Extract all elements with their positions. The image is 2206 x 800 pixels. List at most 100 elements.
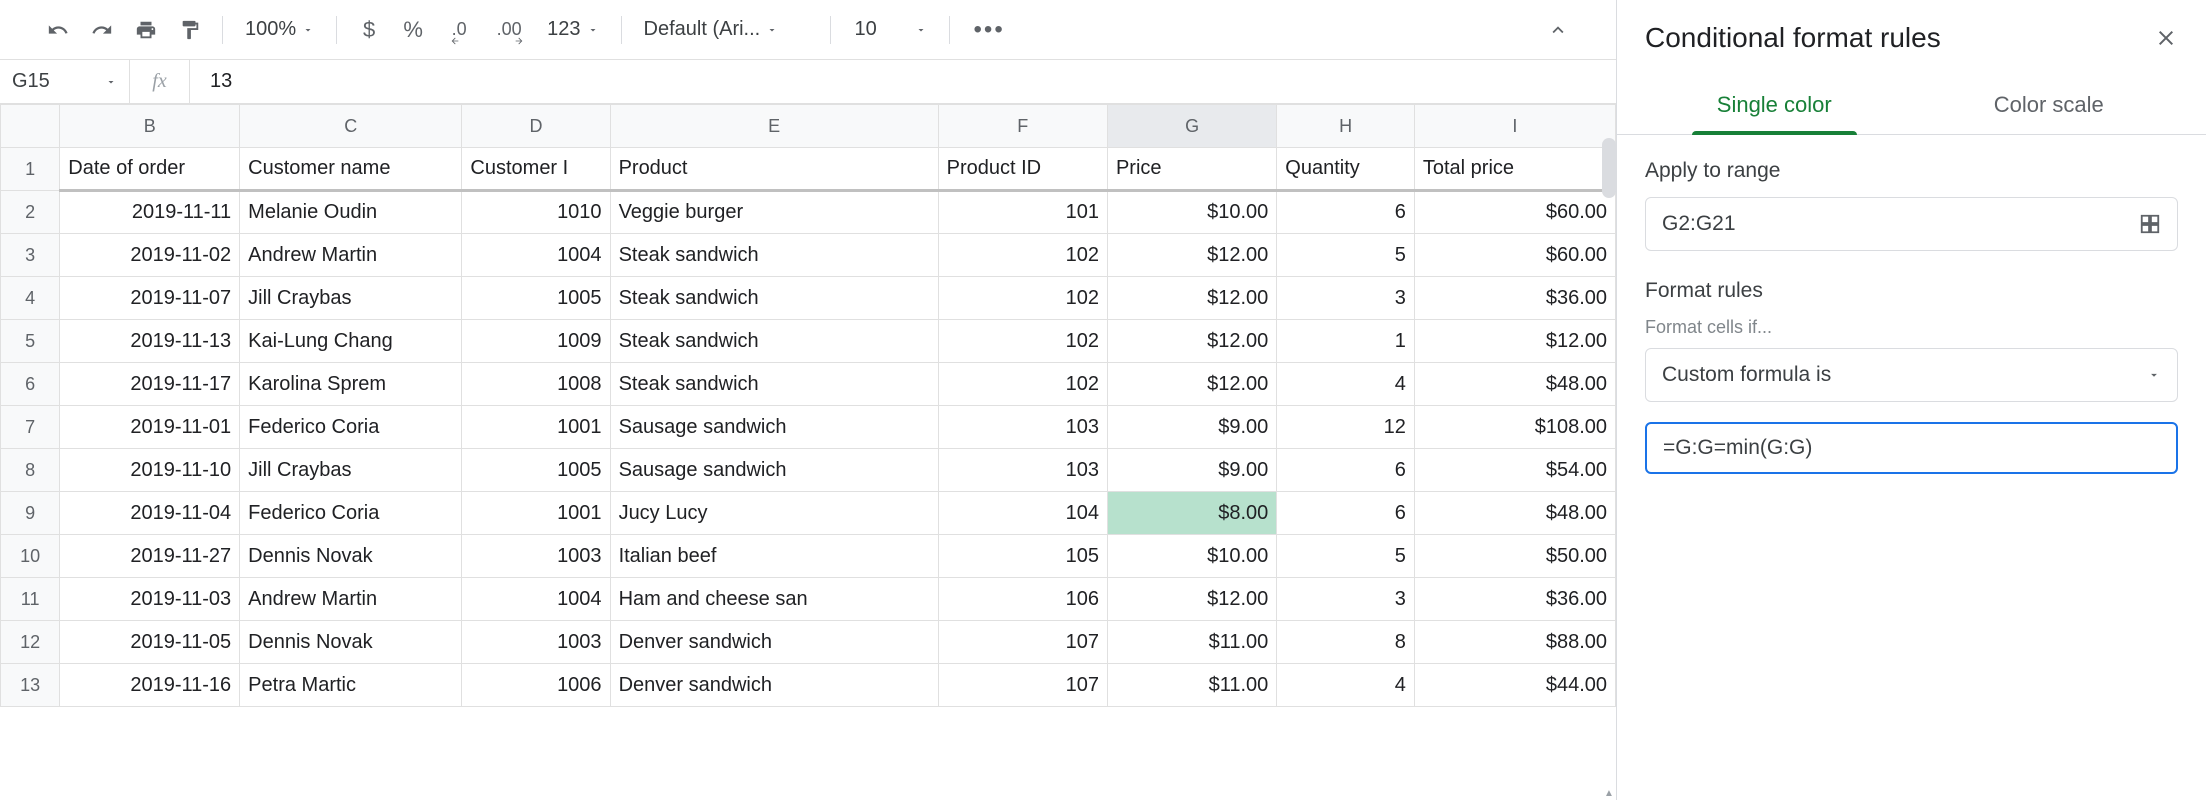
cell[interactable]: $108.00 xyxy=(1414,406,1615,449)
select-range-icon[interactable] xyxy=(2139,213,2161,235)
cell[interactable]: Quantity xyxy=(1277,148,1415,191)
cell[interactable]: 3 xyxy=(1277,277,1415,320)
column-header[interactable]: B xyxy=(60,105,240,148)
cell[interactable]: 104 xyxy=(938,492,1107,535)
currency-button[interactable]: $ xyxy=(351,12,387,48)
tab-single-color[interactable]: Single color xyxy=(1637,76,1912,134)
column-header[interactable]: I xyxy=(1414,105,1615,148)
cell[interactable]: Sausage sandwich xyxy=(610,406,938,449)
cell[interactable]: Customer name xyxy=(240,148,462,191)
cell[interactable]: $54.00 xyxy=(1414,449,1615,492)
cell[interactable]: $12.00 xyxy=(1107,320,1276,363)
cell[interactable]: $60.00 xyxy=(1414,234,1615,277)
row-header[interactable]: 4 xyxy=(1,277,60,320)
cell[interactable]: 2019-11-17 xyxy=(60,363,240,406)
cell[interactable]: Steak sandwich xyxy=(610,363,938,406)
cell[interactable]: $12.00 xyxy=(1107,277,1276,320)
cell[interactable]: 6 xyxy=(1277,449,1415,492)
row-header[interactable]: 10 xyxy=(1,535,60,578)
cell[interactable]: Customer I xyxy=(462,148,610,191)
cell[interactable]: Total price xyxy=(1414,148,1615,191)
cell[interactable]: 2019-11-11 xyxy=(60,191,240,234)
cell[interactable]: $48.00 xyxy=(1414,492,1615,535)
cell[interactable]: 102 xyxy=(938,320,1107,363)
cell[interactable]: 1003 xyxy=(462,535,610,578)
collapse-toolbar-button[interactable] xyxy=(1540,12,1576,48)
cell[interactable]: Karolina Sprem xyxy=(240,363,462,406)
cell[interactable]: 2019-11-04 xyxy=(60,492,240,535)
cell[interactable]: Federico Coria xyxy=(240,492,462,535)
cell[interactable]: 6 xyxy=(1277,191,1415,234)
cell[interactable]: Product ID xyxy=(938,148,1107,191)
row-header[interactable]: 1 xyxy=(1,148,60,191)
cell[interactable]: 107 xyxy=(938,664,1107,707)
cell[interactable]: 105 xyxy=(938,535,1107,578)
cell[interactable]: 2019-11-05 xyxy=(60,621,240,664)
cell[interactable]: 102 xyxy=(938,363,1107,406)
font-size-selector[interactable]: 10 xyxy=(845,18,935,41)
cell[interactable]: $60.00 xyxy=(1414,191,1615,234)
cell[interactable]: Denver sandwich xyxy=(610,621,938,664)
cell[interactable]: 2019-11-07 xyxy=(60,277,240,320)
row-header[interactable]: 9 xyxy=(1,492,60,535)
cell[interactable]: Veggie burger xyxy=(610,191,938,234)
cell[interactable]: Jucy Lucy xyxy=(610,492,938,535)
cell[interactable]: $10.00 xyxy=(1107,535,1276,578)
cell[interactable]: 4 xyxy=(1277,664,1415,707)
zoom-selector[interactable]: 100% xyxy=(237,18,322,41)
cell[interactable]: 2019-11-03 xyxy=(60,578,240,621)
select-all-cell[interactable] xyxy=(1,105,60,148)
cell[interactable]: 1005 xyxy=(462,449,610,492)
cell[interactable]: 1001 xyxy=(462,492,610,535)
cell[interactable]: 3 xyxy=(1277,578,1415,621)
cell[interactable]: Date of order xyxy=(60,148,240,191)
cell[interactable]: 1 xyxy=(1277,320,1415,363)
cell[interactable]: $12.00 xyxy=(1107,578,1276,621)
condition-selector[interactable]: Custom formula is xyxy=(1645,348,2178,402)
cell[interactable]: $36.00 xyxy=(1414,578,1615,621)
cell[interactable]: $10.00 xyxy=(1107,191,1276,234)
cell[interactable]: 2019-11-27 xyxy=(60,535,240,578)
cell[interactable]: 1010 xyxy=(462,191,610,234)
cell[interactable]: Petra Martic xyxy=(240,664,462,707)
cell[interactable]: Melanie Oudin xyxy=(240,191,462,234)
name-box[interactable]: G15 xyxy=(0,60,130,103)
cell[interactable]: 8 xyxy=(1277,621,1415,664)
more-formats-button[interactable]: 123 xyxy=(539,18,606,41)
column-header[interactable]: F xyxy=(938,105,1107,148)
cell[interactable]: Italian beef xyxy=(610,535,938,578)
cell[interactable]: 6 xyxy=(1277,492,1415,535)
cell[interactable]: 1008 xyxy=(462,363,610,406)
cell[interactable]: Sausage sandwich xyxy=(610,449,938,492)
cell[interactable]: 101 xyxy=(938,191,1107,234)
column-header[interactable]: G xyxy=(1107,105,1276,148)
cell[interactable]: Steak sandwich xyxy=(610,277,938,320)
cell[interactable]: $11.00 xyxy=(1107,664,1276,707)
cell[interactable]: 1004 xyxy=(462,578,610,621)
cell[interactable]: Andrew Martin xyxy=(240,578,462,621)
redo-button[interactable] xyxy=(84,12,120,48)
cell[interactable]: 103 xyxy=(938,406,1107,449)
row-header[interactable]: 2 xyxy=(1,191,60,234)
column-header[interactable]: E xyxy=(610,105,938,148)
cell[interactable]: 4 xyxy=(1277,363,1415,406)
tab-color-scale[interactable]: Color scale xyxy=(1912,76,2187,134)
cell[interactable]: 2019-11-02 xyxy=(60,234,240,277)
row-header[interactable]: 5 xyxy=(1,320,60,363)
row-header[interactable]: 12 xyxy=(1,621,60,664)
cell[interactable]: 1004 xyxy=(462,234,610,277)
cell[interactable]: 1001 xyxy=(462,406,610,449)
cell[interactable]: 2019-11-01 xyxy=(60,406,240,449)
column-header[interactable]: H xyxy=(1277,105,1415,148)
cell[interactable]: $9.00 xyxy=(1107,406,1276,449)
row-header[interactable]: 6 xyxy=(1,363,60,406)
cell[interactable]: Steak sandwich xyxy=(610,234,938,277)
cell[interactable]: 107 xyxy=(938,621,1107,664)
cell[interactable]: 102 xyxy=(938,277,1107,320)
range-input[interactable]: G2:G21 xyxy=(1645,197,2178,251)
cell[interactable]: Dennis Novak xyxy=(240,535,462,578)
close-button[interactable] xyxy=(2154,26,2178,50)
row-header[interactable]: 8 xyxy=(1,449,60,492)
cell[interactable]: 1009 xyxy=(462,320,610,363)
cell[interactable]: 102 xyxy=(938,234,1107,277)
